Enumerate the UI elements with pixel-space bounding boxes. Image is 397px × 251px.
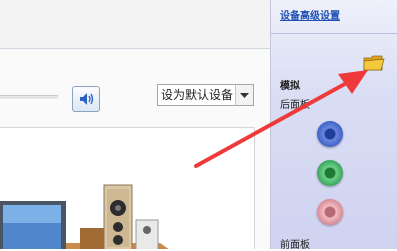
mute-button[interactable]	[72, 86, 100, 112]
rear-jack-pink[interactable]	[317, 199, 343, 225]
advanced-settings-link[interactable]: 设备高级设置	[280, 7, 340, 22]
volume-slider[interactable]	[0, 95, 58, 100]
rear-jack-green[interactable]	[317, 160, 343, 186]
top-strip	[0, 0, 270, 48]
chevron-down-icon	[240, 93, 249, 98]
folder-icon[interactable]	[363, 53, 385, 73]
rear-panel-label: 后面板	[280, 100, 310, 111]
speaker-volume-icon	[80, 93, 94, 105]
rear-jack-blue[interactable]	[317, 121, 343, 147]
main-panel: 设为默认设备	[0, 0, 270, 249]
analog-label: 模拟	[280, 81, 300, 92]
divider	[0, 48, 270, 49]
device-illustration-panel	[0, 127, 255, 249]
default-device-select[interactable]: 设为默认设备	[157, 84, 254, 106]
side-panel: 设备高级设置 模拟 后面板 前面板	[270, 0, 397, 251]
default-device-label: 设为默认设备	[161, 88, 234, 102]
select-arrow[interactable]	[235, 85, 253, 105]
side-divider	[271, 33, 397, 34]
pc-speaker-illustration	[0, 184, 169, 249]
